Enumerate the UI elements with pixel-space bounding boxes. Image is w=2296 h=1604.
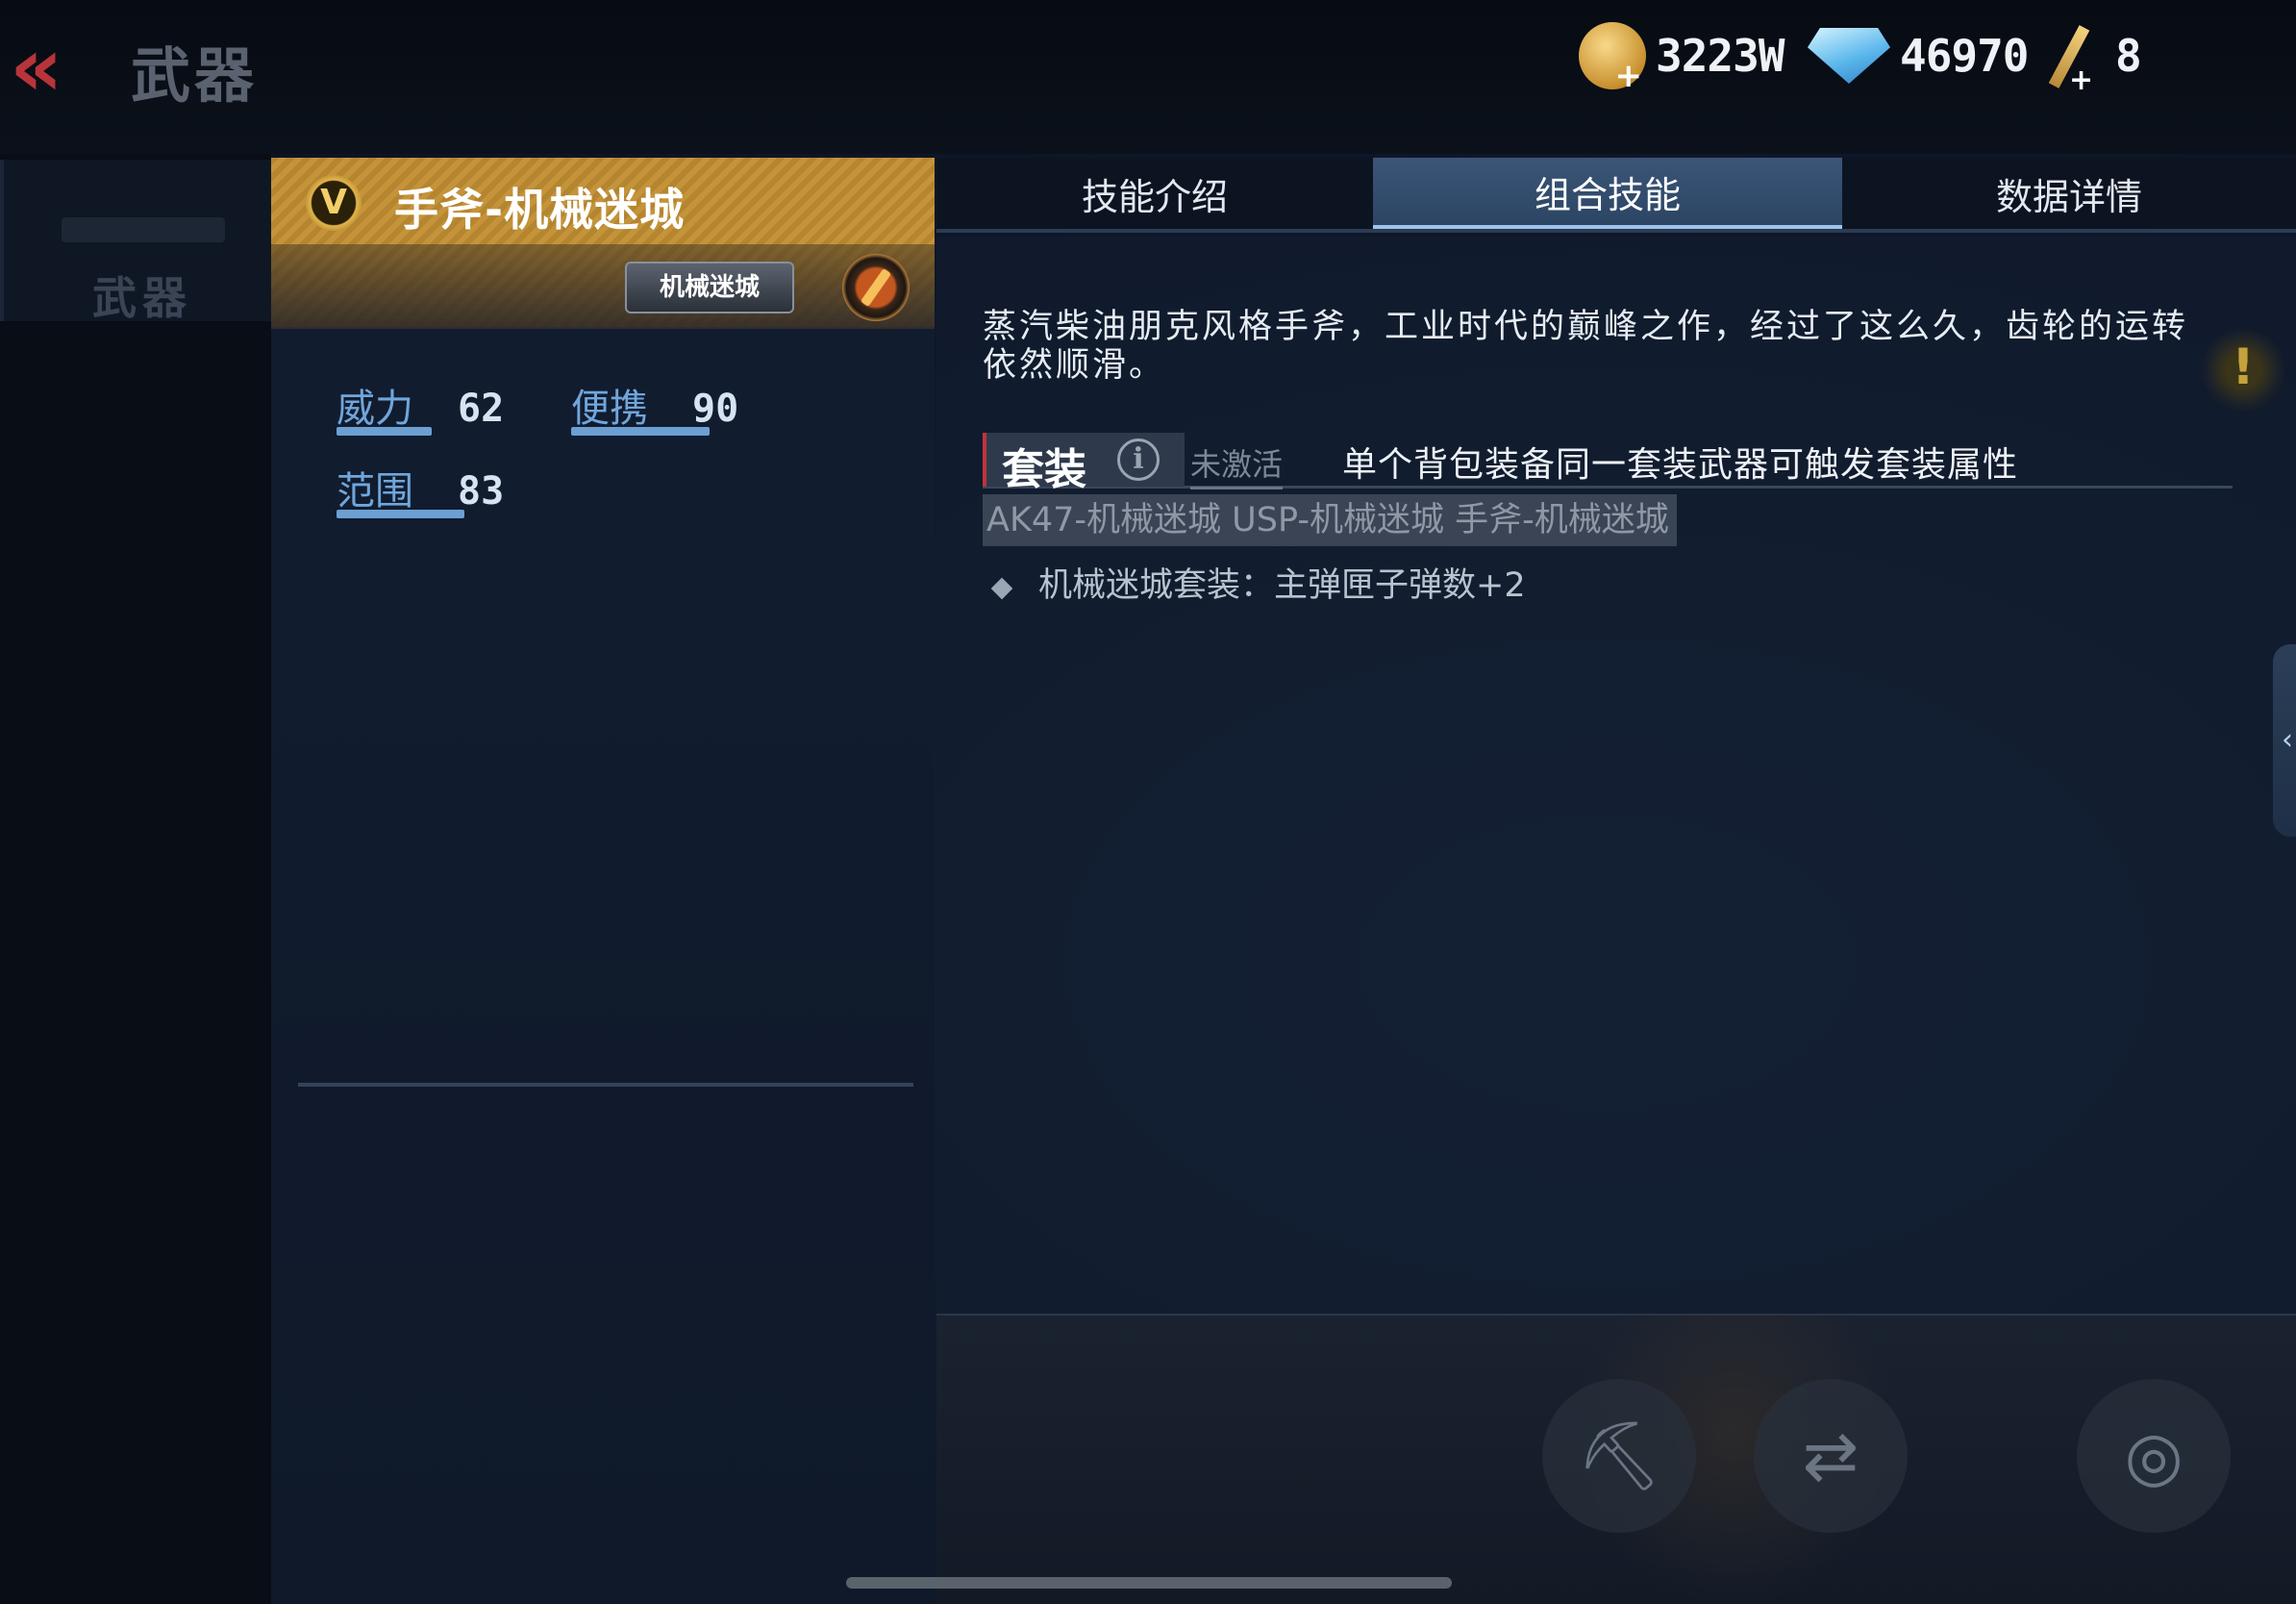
top-bar: « 武器 3223W 46970 8 [0, 0, 2296, 154]
gold-coin-icon [1579, 22, 1646, 95]
back-arrow-icon[interactable]: « [10, 26, 96, 109]
rifle-icon [62, 217, 225, 242]
home-indicator[interactable] [846, 1577, 1452, 1589]
weapon-header: V 手斧-机械迷城 机械迷城 [271, 158, 935, 329]
weapon-header-lower [271, 244, 935, 329]
skill-badge-icon[interactable] [842, 254, 910, 321]
stat-portability: 便携 90 [571, 377, 739, 436]
stat-value: 62 [458, 387, 505, 431]
diamond-icon [1808, 28, 1890, 84]
app-root: « 武器 3223W 46970 8 武器 V 手斧-机械迷城 机械迷城 [0, 0, 2296, 1604]
tab-combo-skills[interactable]: 组合技能 [1373, 158, 1842, 229]
diamond-amount: 46970 [1900, 30, 2029, 82]
set-bonus-text: 机械迷城套装：主弹匣子弹数+2 [1038, 566, 1526, 605]
stat-bar [571, 427, 710, 436]
bullet-diamond-icon [990, 577, 1013, 600]
rank-badge: V [306, 175, 362, 231]
tab-data-details[interactable]: 数据详情 [1842, 158, 2296, 229]
tab-bar: 技能介绍 组合技能 数据详情 [936, 158, 2296, 233]
stat-bar [337, 510, 464, 518]
set-items-list: AK47-机械迷城 USP-机械迷城 手斧-机械迷城 [983, 494, 1677, 546]
key-icon [2048, 22, 2106, 97]
key-currency[interactable]: 8 [2048, 17, 2142, 97]
stat-bar [337, 427, 432, 436]
skill-detail-panel: 蒸汽柴油朋克风格手斧，工业时代的巅峰之作，经过了这么久，齿轮的运转依然顺滑。 套… [936, 237, 2296, 1314]
gold-amount: 3223W [1656, 30, 1784, 82]
info-icon[interactable]: i [1117, 439, 1160, 481]
set-bonus: 机械迷城套装：主弹匣子弹数+2 [983, 558, 1526, 607]
tab-skill-intro[interactable]: 技能介绍 [936, 158, 1373, 229]
swap-button[interactable] [1754, 1379, 1908, 1533]
gold-currency[interactable]: 3223W [1579, 17, 1784, 95]
stat-power: 威力 62 [337, 377, 505, 436]
diamond-currency[interactable]: 46970 [1808, 17, 2029, 94]
hide-button[interactable] [2077, 1379, 2231, 1533]
set-row: 套装 i 未激活 单个背包装备同一套装武器可触发套装属性 [983, 433, 2233, 494]
stat-range: 范围 83 [337, 460, 505, 518]
stat-value: 90 [692, 387, 739, 431]
series-tag: 机械迷城 [625, 262, 794, 313]
sidebar-item-weapons[interactable]: 武器 [0, 160, 271, 324]
divider [298, 1083, 913, 1087]
weapon-info-panel: V 手斧-机械迷城 机械迷城 威力 62 便携 90 范围 83 [271, 158, 935, 1604]
exclamation-icon[interactable] [2202, 329, 2284, 412]
stat-value: 83 [458, 469, 505, 514]
set-status: 未激活 [1190, 440, 1284, 489]
stat-label: 威力 [337, 387, 413, 431]
set-label: 套装 [1002, 445, 1086, 494]
set-rule: 单个背包装备同一套装武器可触发套装属性 [1342, 445, 2019, 485]
weapon-name: 手斧-机械迷城 [394, 184, 686, 236]
key-amount: 8 [2115, 30, 2142, 82]
stat-label: 范围 [337, 469, 413, 514]
sidebar-item-label: 武器 [92, 272, 192, 324]
set-badge: 套装 i [983, 433, 1185, 494]
sidebar: 武器 [0, 154, 271, 1604]
chevron-left-icon[interactable]: ‹ [2273, 644, 2296, 837]
weapon-description: 蒸汽柴油朋克风格手斧，工业时代的巅峰之作，经过了这么久，齿轮的运转依然顺滑。 [983, 308, 2189, 385]
stat-label: 便携 [571, 387, 648, 431]
page-title: 武器 [131, 40, 259, 111]
inspect-button[interactable] [1542, 1379, 1696, 1533]
weapon-preview [936, 1314, 2296, 1604]
